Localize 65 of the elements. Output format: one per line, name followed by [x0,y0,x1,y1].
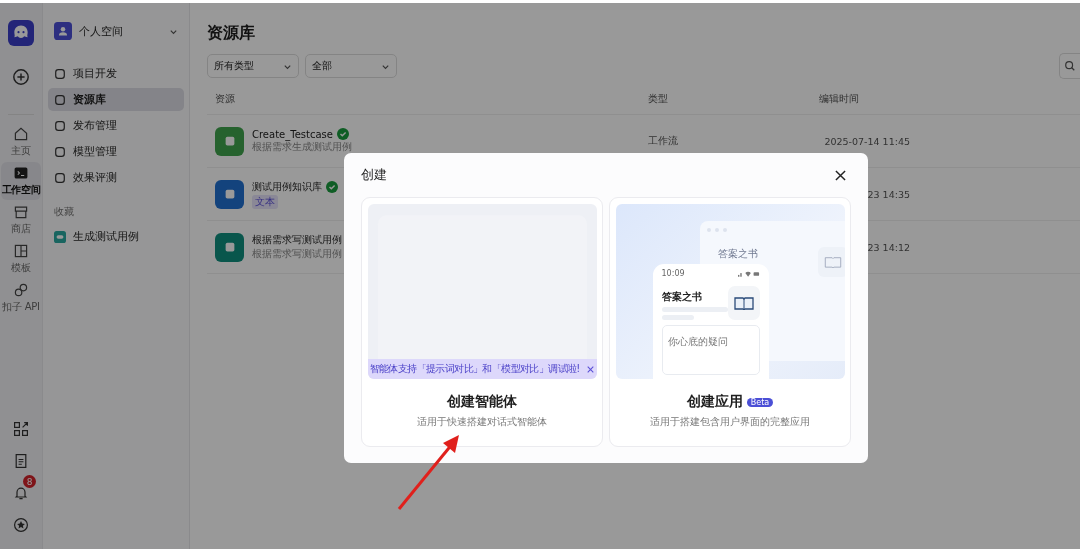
menu-item-icon [54,67,66,80]
status-time: 10:09 [661,269,685,278]
favorite-item[interactable]: 生成测试用例 [48,225,184,248]
sidebar-item[interactable]: 发布管理 [48,114,184,137]
book-icon [727,286,760,320]
menu-item-icon [54,171,66,184]
home-icon [13,126,29,142]
sidebar-item[interactable]: 效果评测 [48,166,184,189]
dialog-title: 创建 [361,166,387,184]
column-header: 资源 [214,92,236,106]
resource-description: 根据需求生成测试用例 [252,140,352,154]
promo-banner: 智能体支持「提示词对比」和「模型对比」调试啦! [367,359,597,379]
resource-name[interactable]: 根据需求写测试用例 [252,233,342,247]
mockup-title: 答案之书 [661,290,703,304]
link-icon [13,282,29,298]
mockup-title: 答案之书 [717,247,758,261]
rail-item[interactable]: 工作空间 [1,162,41,200]
agent-icon [54,230,66,243]
terminal-icon [13,165,29,181]
table-cell-text: 23 14:35 [867,188,911,200]
filter-dropdown[interactable]: 所有类型 [207,54,299,78]
document-icon[interactable] [13,453,29,469]
add-icon[interactable] [12,68,30,86]
resource-tag: 文本 [252,194,278,209]
option-card[interactable]: 答案之书 10:09 答案之书 你心底的疑问 创建应用 Beta 适用于搭建包含用户界面的完整应用 [609,197,851,447]
page-title: 资源库 [207,23,256,44]
menu-item-icon [54,119,66,132]
notification-badge: 8 [23,475,36,488]
sidebar-item[interactable]: 资源库 [48,88,184,111]
rail-item[interactable]: 模板 [1,240,41,278]
notification-icon[interactable] [13,485,29,501]
section-title: 收藏 [54,205,75,219]
rail-item[interactable]: 扣子 API [1,279,41,317]
layout-icon [13,243,29,259]
rail-item[interactable]: 商店 [1,201,41,239]
card-title: 创建智能体 [447,393,517,411]
resource-name[interactable]: Create_Testcase [252,128,333,140]
search-field[interactable] [1059,53,1080,79]
resource-name[interactable]: 测试用例知识库 [252,179,322,194]
close-icon[interactable] [835,169,846,181]
sidebar-item[interactable]: 项目开发 [48,62,184,85]
card-title: 创建应用 [686,393,743,411]
table-cell-text: 23 14:12 [867,241,911,253]
sidebar-item[interactable]: 模型管理 [48,140,184,163]
card-description: 适用于快速搭建对话式智能体 [417,415,547,429]
column-header: 编辑时间 [819,92,860,106]
input-field: 你心底的疑问 [661,325,760,375]
search-icon [1064,60,1076,72]
app-logo[interactable] [8,20,34,46]
table-cell-text: 工作流 [648,134,679,148]
apps-icon[interactable] [13,421,29,437]
space-switcher[interactable]: 个人空间 [48,3,184,62]
card-description: 适用于搭建包含用户界面的完整应用 [650,415,810,429]
rail-item[interactable]: 主页 [1,123,41,161]
option-card[interactable]: 智能体支持「提示词对比」和「模型对比」调试啦! 创建智能体 适用于快速搭建对话式智能体 [361,197,603,447]
filter-dropdown[interactable]: 全部 [305,54,397,78]
book-icon [817,247,845,277]
beta-badge: Beta [746,397,774,407]
menu-item-icon [54,93,66,106]
avatar-icon [54,22,72,40]
status-icons [737,270,760,277]
table-cell-text: 2025-07-14 11:45 [824,135,911,147]
column-header: 类型 [648,92,669,106]
menu-item-icon [54,145,66,158]
store-icon [13,204,29,220]
